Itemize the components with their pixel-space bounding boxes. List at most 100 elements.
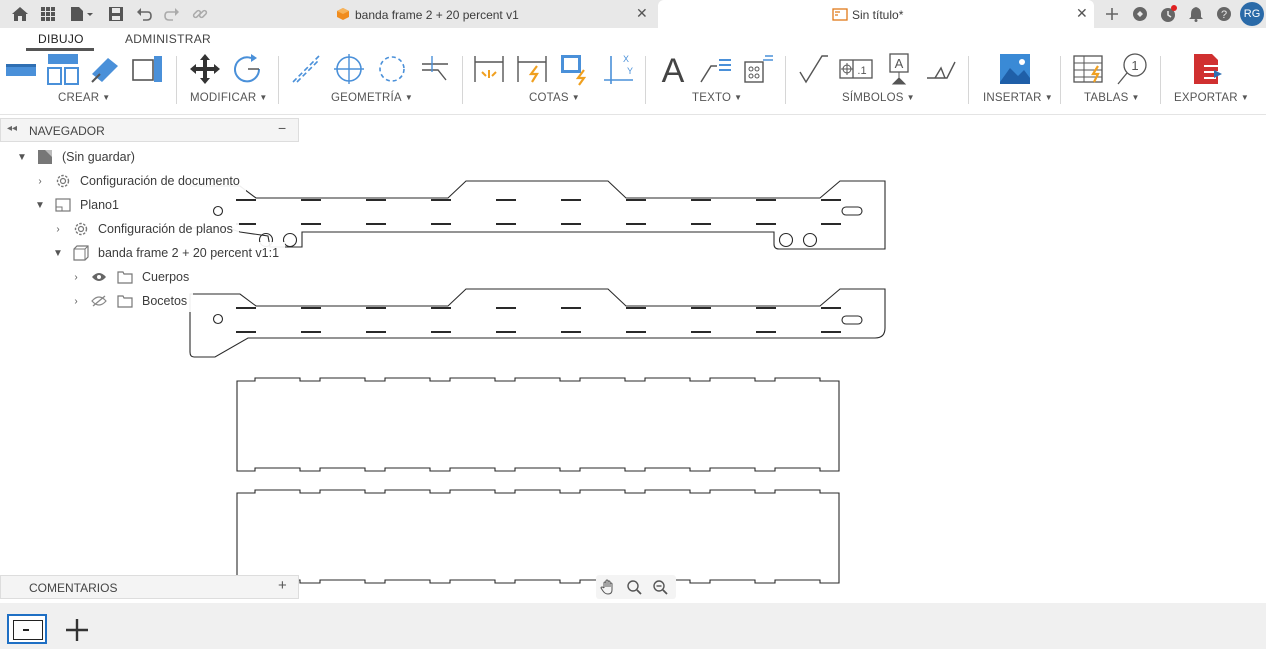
group-geometria[interactable]: GEOMETRÍA ▼	[331, 92, 413, 104]
slot-mark	[821, 331, 841, 333]
group-modificar[interactable]: MODIFICAR ▼	[190, 92, 267, 104]
grid-apps-icon[interactable]	[38, 4, 58, 24]
tab-administrar[interactable]: ADMINISTRAR	[125, 32, 211, 46]
balloon-icon[interactable]: 1	[1115, 52, 1149, 86]
detail-view-icon[interactable]	[130, 52, 164, 86]
user-avatar[interactable]: RG	[1240, 2, 1264, 26]
ordinate-dimension-icon[interactable]	[515, 52, 549, 86]
chain-dimension-icon[interactable]: XY	[601, 52, 635, 86]
separator	[645, 56, 646, 104]
add-comment-icon[interactable]: +	[278, 577, 287, 594]
section-view-icon[interactable]	[88, 52, 122, 86]
document-tab-1[interactable]: banda frame 2 + 20 percent v1 ✕	[330, 0, 658, 28]
new-tab-plus-icon[interactable]	[1102, 4, 1122, 24]
svg-text:X: X	[623, 54, 629, 64]
help-icon[interactable]: ?	[1214, 4, 1234, 24]
group-simbolos[interactable]: SÍMBOLOS ▼	[842, 92, 915, 104]
tab-dibujo[interactable]: DIBUJO	[38, 32, 84, 46]
job-status-icon[interactable]	[1158, 4, 1178, 24]
gear-icon	[54, 172, 72, 190]
tree-node-sketches[interactable]: › Bocetos	[70, 290, 194, 312]
chevron-down-icon[interactable]: ▼	[34, 200, 46, 211]
undo-icon[interactable]	[134, 4, 154, 24]
feature-control-frame-icon[interactable]: .1	[839, 52, 873, 86]
tab-label: banda frame 2 + 20 percent v1	[355, 8, 519, 22]
chevron-down-icon[interactable]: ▼	[52, 248, 64, 259]
weld-symbol-icon[interactable]	[925, 52, 959, 86]
dimension-icon[interactable]	[472, 52, 506, 86]
eye-icon[interactable]	[90, 268, 108, 286]
chevron-down-icon[interactable]: ▼	[16, 152, 28, 163]
move-icon[interactable]	[188, 52, 222, 86]
center-mark-pattern-icon[interactable]	[375, 52, 409, 86]
pan-hand-icon[interactable]	[598, 577, 618, 597]
note-icon[interactable]	[741, 52, 775, 86]
svg-text:A: A	[895, 56, 904, 71]
link-icon[interactable]	[190, 4, 210, 24]
center-mark-icon[interactable]	[332, 52, 366, 86]
separator	[176, 56, 177, 104]
slot-mark	[756, 331, 776, 333]
hole	[212, 205, 224, 217]
browser-title: NAVEGADOR	[29, 124, 105, 138]
chevron-right-icon[interactable]: ›	[70, 272, 82, 283]
svg-text:1: 1	[1131, 58, 1138, 73]
save-icon[interactable]	[106, 4, 126, 24]
sheet-thumbnail[interactable]	[7, 614, 47, 644]
chevron-right-icon[interactable]: ›	[70, 296, 82, 307]
document-tab-2[interactable]: Sin título* ✕	[658, 0, 1094, 28]
baseline-dimension-icon[interactable]	[558, 52, 592, 86]
add-sheet-icon[interactable]	[64, 617, 90, 643]
chevron-right-icon[interactable]: ›	[52, 224, 64, 235]
group-texto[interactable]: TEXTO ▼	[692, 92, 742, 104]
hole	[802, 232, 818, 248]
insert-image-icon[interactable]	[998, 52, 1032, 86]
slot	[841, 206, 863, 216]
group-insertar[interactable]: INSERTAR ▼	[983, 92, 1053, 104]
home-icon[interactable]	[10, 4, 30, 24]
slot-mark	[691, 223, 711, 225]
group-exportar[interactable]: EXPORTAR ▼	[1174, 92, 1249, 104]
zoom-window-icon[interactable]	[624, 577, 644, 597]
collapse-panel-icon[interactable]: ◂◂	[7, 123, 17, 134]
slot-mark	[431, 331, 451, 333]
tree-node-root[interactable]: ▼ (Sin guardar)	[16, 146, 141, 168]
close-tab-icon[interactable]: ✕	[1076, 5, 1088, 22]
slot-mark	[691, 331, 711, 333]
notifications-icon[interactable]	[1186, 4, 1206, 24]
svg-text:?: ?	[1221, 9, 1227, 21]
table-icon[interactable]	[1072, 52, 1106, 86]
text-icon[interactable]: A	[656, 52, 690, 90]
surface-texture-icon[interactable]	[796, 52, 830, 86]
tree-node-sheet-settings[interactable]: › Configuración de planos	[52, 218, 239, 240]
tree-node-component[interactable]: ▼ banda frame 2 + 20 percent v1:1	[52, 242, 286, 264]
tree-node-sheet[interactable]: ▼ Plano1	[34, 194, 125, 216]
minimize-icon[interactable]: −	[278, 120, 286, 136]
zoom-out-icon[interactable]	[650, 577, 670, 597]
separator	[278, 56, 279, 104]
group-tablas[interactable]: TABLAS ▼	[1084, 92, 1140, 104]
slot-mark	[236, 199, 256, 201]
group-crear[interactable]: CREAR ▼	[58, 92, 110, 104]
file-icon[interactable]	[68, 4, 96, 24]
edge-extension-icon[interactable]	[418, 52, 452, 86]
tree-node-document-settings[interactable]: › Configuración de documento	[34, 170, 246, 192]
projected-view-icon[interactable]	[46, 52, 80, 86]
eye-hidden-icon[interactable]	[90, 292, 108, 310]
gear-icon	[72, 220, 90, 238]
tree-node-bodies[interactable]: › Cuerpos	[70, 266, 196, 288]
datum-identifier-icon[interactable]: A	[882, 52, 916, 86]
group-cotas[interactable]: COTAS ▼	[529, 92, 580, 104]
chevron-right-icon[interactable]: ›	[34, 176, 46, 187]
close-tab-icon[interactable]: ✕	[636, 5, 648, 22]
browser-header: ◂◂ NAVEGADOR −	[0, 118, 299, 142]
redo-icon[interactable]	[162, 4, 182, 24]
leader-icon[interactable]	[699, 52, 733, 86]
drawing-document-icon	[36, 148, 54, 166]
base-view-icon[interactable]	[4, 52, 38, 86]
export-pdf-icon[interactable]	[1190, 52, 1224, 86]
sheet-bar	[0, 603, 1266, 649]
extensions-icon[interactable]	[1130, 4, 1150, 24]
rotate-icon[interactable]	[231, 52, 265, 86]
centerline-icon[interactable]	[289, 52, 323, 86]
